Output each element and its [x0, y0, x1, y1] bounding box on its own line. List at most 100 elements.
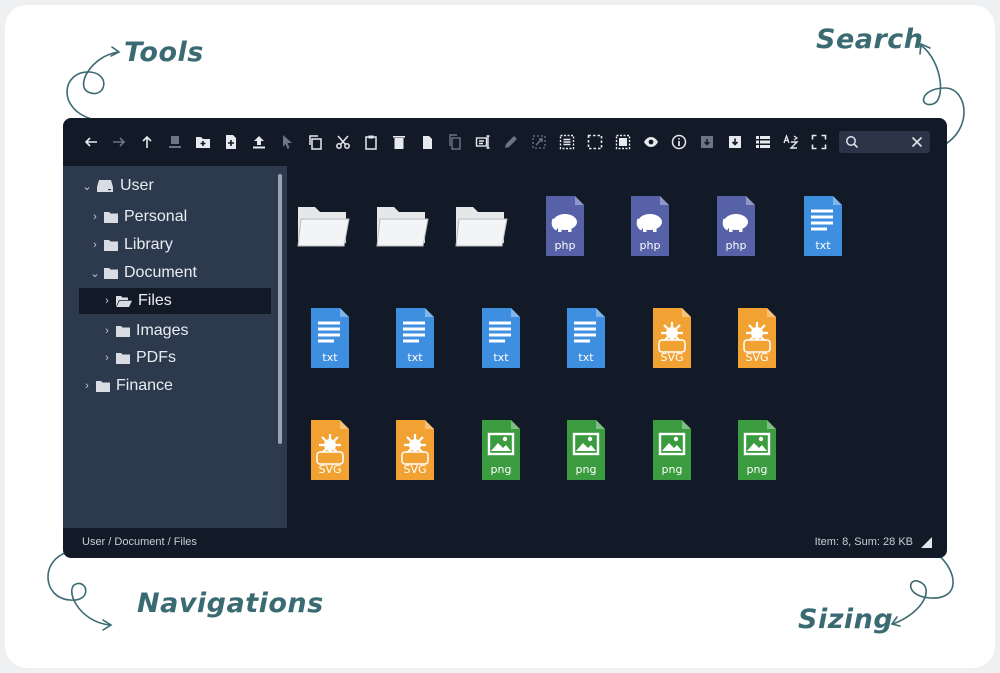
php-file-item[interactable]: php: [707, 194, 767, 258]
copy-button[interactable]: [301, 128, 329, 156]
select-all-icon: [559, 134, 575, 150]
new-folder-button[interactable]: [189, 128, 217, 156]
tree-item-document[interactable]: ⌄ Document: [88, 260, 197, 286]
archive-icon: [729, 136, 741, 148]
select-none-button[interactable]: [581, 128, 609, 156]
png-file-icon: png: [738, 420, 776, 480]
preview-button[interactable]: [637, 128, 665, 156]
png-file-icon: png: [482, 420, 520, 480]
cut-button[interactable]: [329, 128, 357, 156]
svg-file-item[interactable]: SVG: [301, 418, 361, 482]
svg-file-item[interactable]: SVG: [386, 418, 446, 482]
folder-item[interactable]: [293, 194, 353, 258]
invert-selection-icon: [615, 134, 631, 150]
png-file-item[interactable]: png: [728, 418, 788, 482]
file-type-label: SVG: [403, 463, 426, 476]
chevron-down-icon[interactable]: ⌄: [80, 180, 94, 193]
search-input[interactable]: [863, 133, 907, 151]
upload-button[interactable]: [245, 128, 273, 156]
upload-to-server-button[interactable]: [161, 128, 189, 156]
tree-item-library[interactable]: › Library: [88, 232, 173, 258]
txt-file-item[interactable]: txt: [557, 306, 617, 370]
folder-item[interactable]: [372, 194, 432, 258]
rename-icon: [475, 135, 490, 149]
folder-icon: [297, 207, 350, 247]
fullscreen-button[interactable]: [805, 128, 833, 156]
chevron-right-icon[interactable]: ›: [88, 239, 102, 251]
navigations-callout: Navigations: [137, 588, 324, 619]
clear-search-icon[interactable]: [910, 135, 924, 149]
delete-button[interactable]: [385, 128, 413, 156]
txt-file-item[interactable]: txt: [301, 306, 361, 370]
file-type-label: png: [747, 463, 768, 476]
select-all-button[interactable]: [553, 128, 581, 156]
folder-open-icon: [116, 295, 132, 307]
rename-button[interactable]: [469, 128, 497, 156]
tree-item-personal[interactable]: › Personal: [88, 204, 187, 230]
cut-icon: [336, 135, 350, 149]
php-file-item[interactable]: php: [621, 194, 681, 258]
duplicate-icon: [423, 136, 432, 149]
sort-button[interactable]: [777, 128, 805, 156]
pointer-icon: [283, 135, 292, 149]
svg-file-icon: SVG: [738, 308, 776, 368]
tree-item-user[interactable]: ⌄ User: [80, 173, 153, 199]
folder-item[interactable]: [451, 194, 511, 258]
tree-item-images[interactable]: › Images: [100, 318, 188, 344]
txt-file-icon: txt: [482, 308, 520, 368]
svg-file-item[interactable]: SVG: [643, 306, 703, 370]
search-box: [839, 131, 930, 153]
txt-file-item[interactable]: txt: [794, 194, 854, 258]
chevron-down-icon[interactable]: ⌄: [88, 267, 102, 280]
invert-selection-button[interactable]: [609, 128, 637, 156]
chevron-right-icon[interactable]: ›: [80, 380, 94, 392]
chevron-right-icon[interactable]: ›: [88, 211, 102, 223]
tree-item-label: PDFs: [136, 349, 176, 366]
duplicate-button[interactable]: [413, 128, 441, 156]
resize-grip-icon[interactable]: [921, 537, 932, 548]
chevron-right-icon[interactable]: ›: [100, 325, 114, 337]
up-button[interactable]: [133, 128, 161, 156]
txt-file-item[interactable]: txt: [386, 306, 446, 370]
select-mode-button[interactable]: [273, 128, 301, 156]
back-button[interactable]: [77, 128, 105, 156]
txt-file-item[interactable]: txt: [472, 306, 532, 370]
txt-file-icon: txt: [567, 308, 605, 368]
edit-button[interactable]: [497, 128, 525, 156]
folder-icon: [376, 207, 429, 247]
archive-button[interactable]: [721, 128, 749, 156]
extract-button[interactable]: [693, 128, 721, 156]
tools-callout: Tools: [124, 37, 204, 68]
file-grid: php php php txt txt txt txt txt SVG SVG SVG SVG png p…: [287, 166, 947, 528]
file-type-label: php: [640, 239, 661, 252]
tree-item-files[interactable]: › Files: [79, 288, 271, 314]
file-type-label: txt: [322, 351, 338, 364]
list-view-button[interactable]: [749, 128, 777, 156]
txt-file-icon: txt: [311, 308, 349, 368]
txt-file-icon: txt: [396, 308, 434, 368]
tree-item-pdfs[interactable]: › PDFs: [100, 345, 176, 371]
arrow-up-icon: [142, 135, 152, 148]
chevron-right-icon[interactable]: ›: [100, 295, 114, 307]
png-file-item[interactable]: png: [557, 418, 617, 482]
file-type-label: txt: [493, 351, 509, 364]
resize-button[interactable]: [525, 128, 553, 156]
chevron-right-icon[interactable]: ›: [100, 352, 114, 364]
png-file-item[interactable]: png: [472, 418, 532, 482]
file-type-label: png: [662, 463, 683, 476]
copy-path-icon: [449, 134, 461, 150]
copy-path-button[interactable]: [441, 128, 469, 156]
breadcrumb[interactable]: User / Document / Files: [82, 536, 197, 548]
svg-file-item[interactable]: SVG: [728, 306, 788, 370]
php-file-item[interactable]: php: [536, 194, 596, 258]
info-button[interactable]: [665, 128, 693, 156]
delete-icon: [393, 136, 405, 149]
forward-button[interactable]: [105, 128, 133, 156]
file-manager-window: ⌄ User › Personal › Library ⌄ Document ›…: [63, 118, 947, 558]
png-file-item[interactable]: png: [643, 418, 703, 482]
paste-button[interactable]: [357, 128, 385, 156]
copy-icon: [309, 135, 322, 150]
tree-item-finance[interactable]: › Finance: [80, 373, 173, 399]
new-file-button[interactable]: [217, 128, 245, 156]
sidebar-scrollbar[interactable]: [278, 174, 282, 444]
